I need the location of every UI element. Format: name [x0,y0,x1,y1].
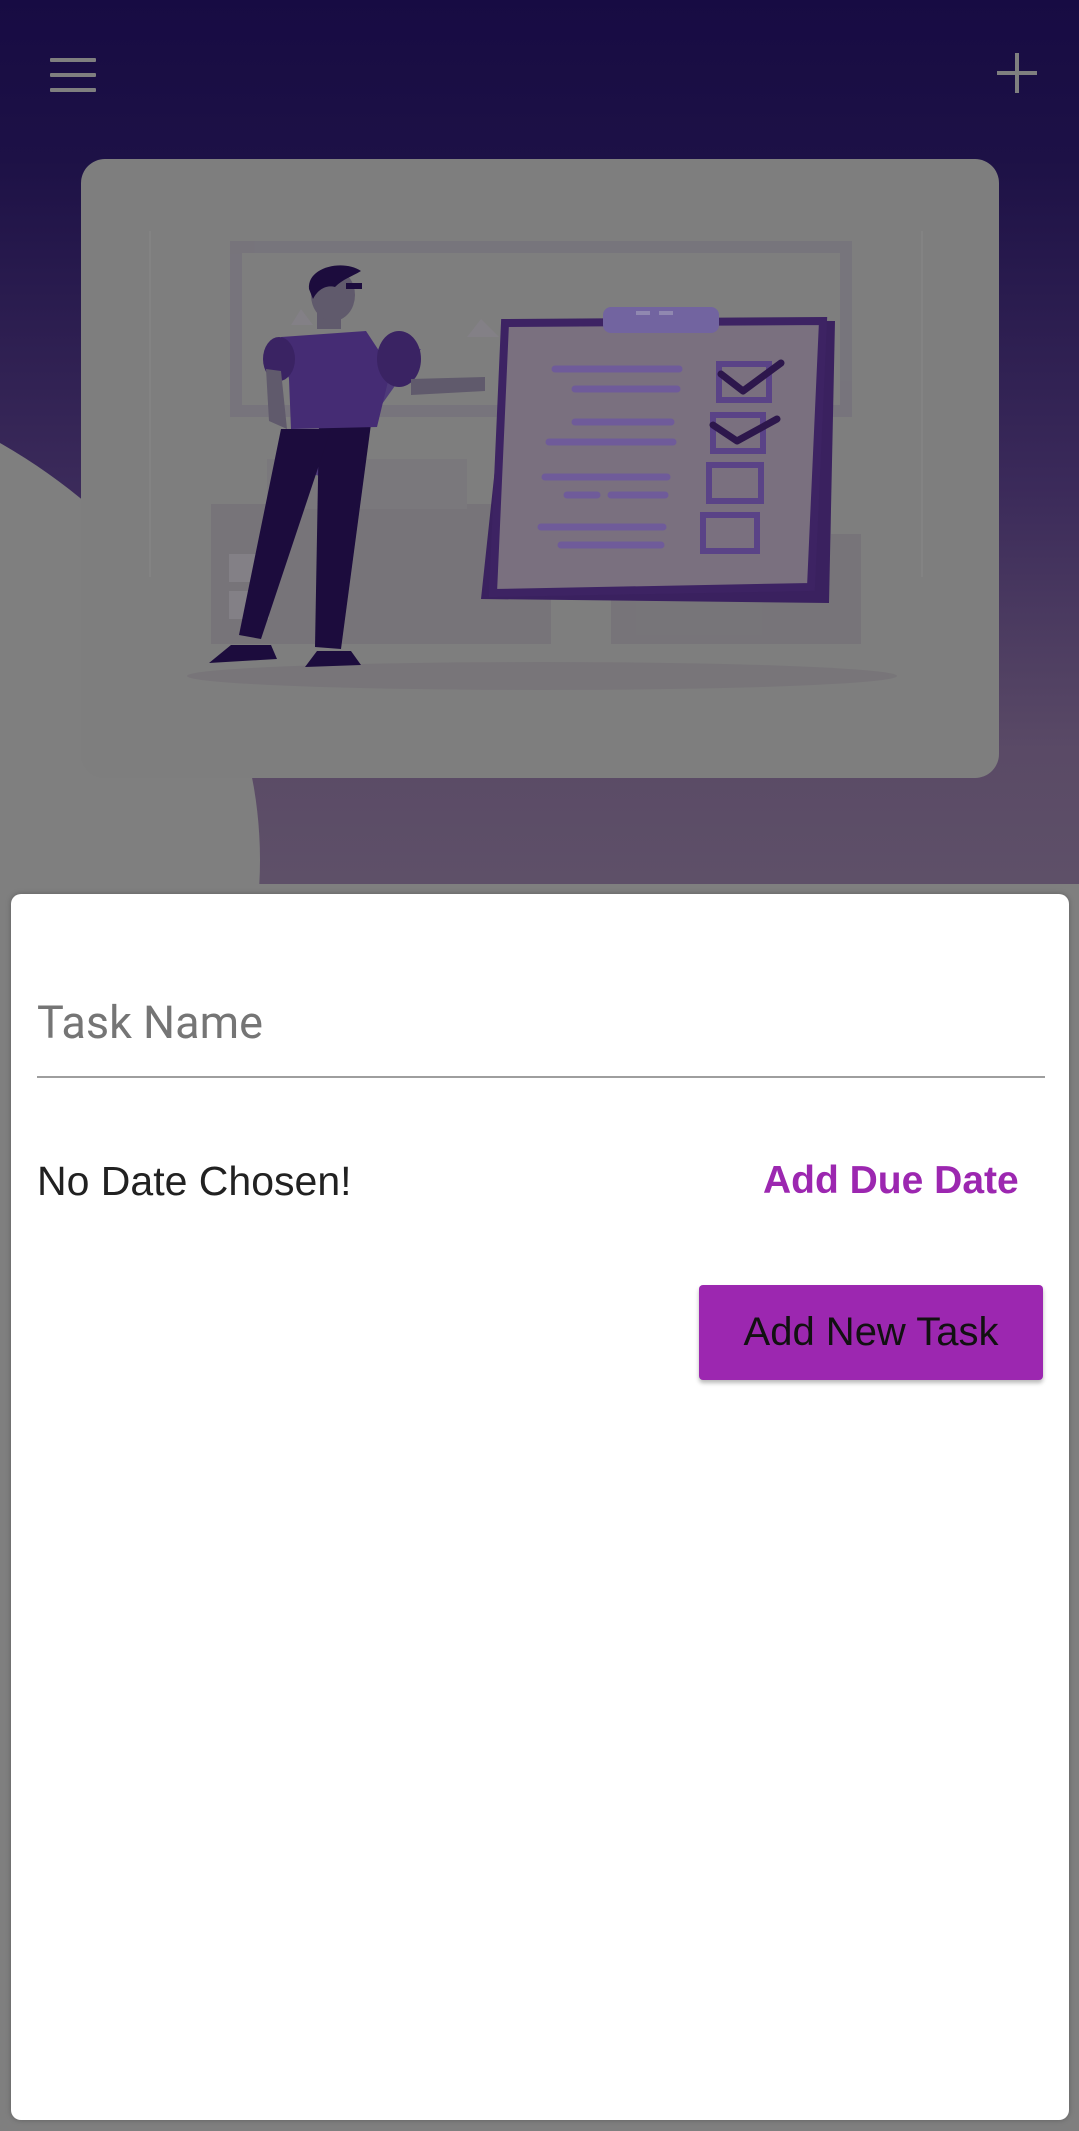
plus-icon[interactable] [994,50,1040,96]
menu-icon[interactable] [46,54,102,96]
add-new-task-button[interactable]: Add New Task [699,1285,1043,1380]
add-due-date-button[interactable]: Add Due Date [739,1142,1043,1220]
due-date-status: No Date Chosen! [37,1158,352,1204]
hero-illustration-card [81,159,999,778]
task-name-input[interactable] [37,968,1045,1078]
checklist-illustration [149,231,923,690]
app-screen: No Date Chosen! Add Due Date Add New Tas… [0,0,1079,2131]
new-task-sheet: No Date Chosen! Add Due Date Add New Tas… [11,894,1069,2120]
header-banner [0,0,1079,884]
